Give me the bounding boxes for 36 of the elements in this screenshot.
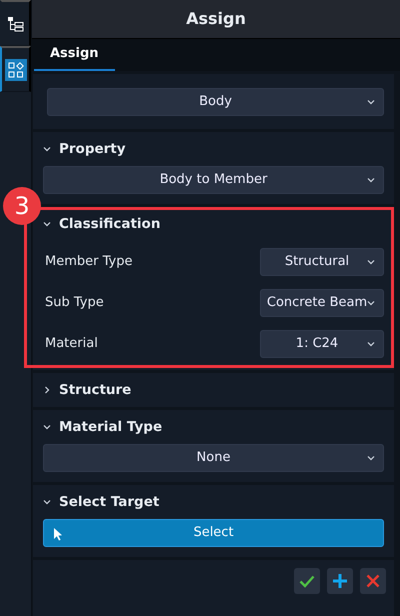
field-label: Sub Type [44,294,104,312]
section-header[interactable]: Material Type [43,410,384,444]
panel-title: Assign [186,8,246,30]
caret-icon [367,258,375,266]
cursor-icon [53,527,63,541]
section-header[interactable]: Select Target [43,485,384,519]
chevron-icon [43,145,51,153]
chevron-icon [43,220,51,228]
dropdown[interactable]: Concrete Beam [260,288,384,316]
dropdown[interactable]: Structural [260,248,384,276]
tree-icon [6,16,24,32]
dropdown[interactable]: Body to Member [43,166,384,194]
caret-icon [367,454,375,462]
dropdown[interactable]: Body [47,88,384,116]
grid-icon [8,62,24,78]
field-label: Member Type [44,252,132,271]
sidebar-item[interactable] [0,46,31,92]
select-button[interactable]: Select [43,519,384,547]
plus-icon [332,573,348,589]
chevron-icon [43,498,51,506]
add-button[interactable] [327,568,353,594]
caret-icon [367,298,375,306]
confirm-button[interactable] [294,568,320,594]
caret-icon [367,176,375,184]
dropdown[interactable]: None [43,444,384,472]
dropdown[interactable]: 1: C24 [260,330,384,358]
check-icon [299,574,315,588]
field-label: Material [44,334,98,353]
section-header[interactable]: Classification [43,207,384,241]
close-icon [366,574,380,588]
chevron-icon [43,423,51,431]
cancel-button[interactable] [360,568,386,594]
chevron-icon [43,386,51,394]
section-header[interactable]: Property [43,132,384,166]
caret-icon [367,98,375,106]
caret-icon [367,340,375,348]
